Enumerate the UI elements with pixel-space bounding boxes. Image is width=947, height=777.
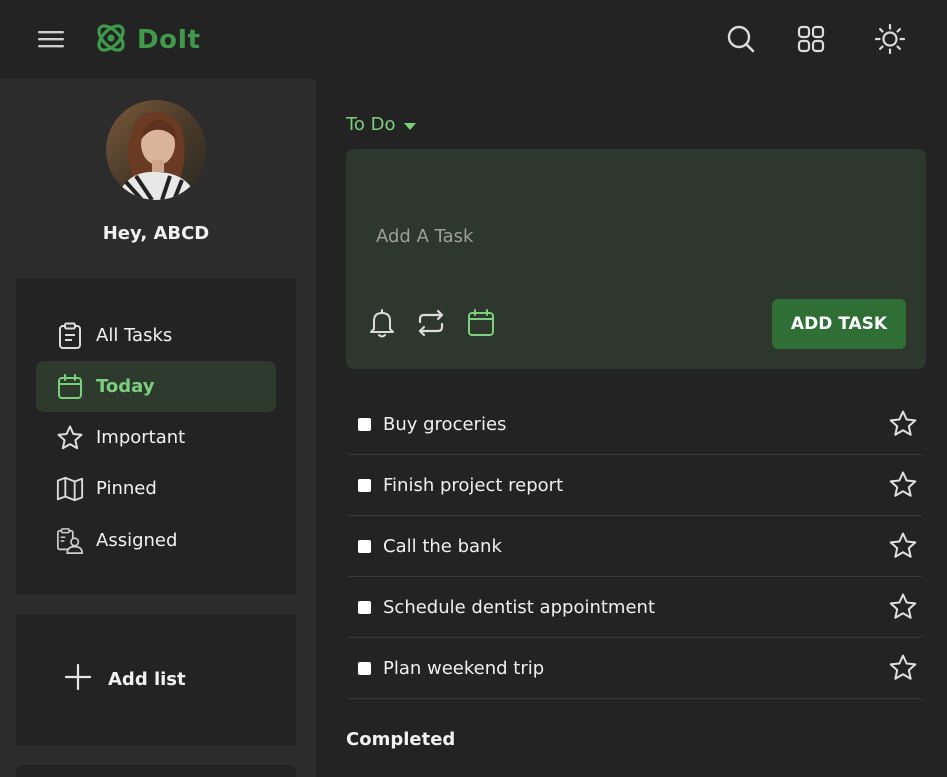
task-checkbox[interactable] bbox=[358, 600, 371, 614]
add-list-panel: Add list bbox=[16, 615, 296, 745]
grid-icon[interactable] bbox=[794, 22, 828, 56]
task-checkbox[interactable] bbox=[358, 539, 371, 553]
completed-heading: Completed bbox=[346, 729, 456, 750]
sidebar-item-label: Pinned bbox=[96, 478, 157, 499]
section-title: To Do bbox=[346, 114, 396, 135]
top-bar: DoIt bbox=[0, 0, 947, 79]
assigned-icon bbox=[56, 527, 84, 555]
sidebar-item-label: Today bbox=[96, 376, 155, 397]
bell-icon[interactable] bbox=[366, 307, 398, 339]
sidebar-item-label: Important bbox=[96, 427, 186, 448]
sidebar: Hey, ABCD All Tasks Today Important Pinn… bbox=[0, 79, 316, 777]
star-icon[interactable] bbox=[888, 531, 918, 561]
sidebar-item-important[interactable]: Important bbox=[36, 412, 276, 463]
app-logo[interactable]: DoIt bbox=[93, 20, 201, 60]
sidebar-item-today[interactable]: Today bbox=[36, 361, 276, 412]
main-content: To Do AD bbox=[316, 79, 947, 777]
task-text: Plan weekend trip bbox=[383, 657, 545, 679]
greeting: Hey, ABCD bbox=[102, 223, 210, 244]
sidebar-item-all-tasks[interactable]: All Tasks bbox=[36, 310, 276, 361]
sidebar-item-label: All Tasks bbox=[96, 325, 173, 346]
plus-icon bbox=[64, 663, 92, 695]
task-row: Plan weekend trip bbox=[348, 638, 922, 699]
repeat-icon[interactable] bbox=[414, 307, 446, 339]
sidebar-item-assigned[interactable]: Assigned bbox=[36, 515, 276, 566]
sidebar-item-pinned[interactable]: Pinned bbox=[36, 463, 276, 514]
section-dropdown[interactable]: To Do bbox=[346, 114, 416, 135]
add-task-panel: ADD TASK bbox=[346, 149, 926, 369]
app-name: DoIt bbox=[137, 25, 201, 55]
add-list-label: Add list bbox=[108, 668, 186, 690]
sidebar-bottom-panel bbox=[16, 765, 296, 777]
add-task-input[interactable] bbox=[376, 221, 896, 251]
star-icon[interactable] bbox=[888, 409, 918, 439]
sidebar-item-label: Assigned bbox=[96, 530, 178, 551]
star-icon[interactable] bbox=[888, 592, 918, 622]
task-row: Schedule dentist appointment bbox=[348, 577, 922, 638]
menu-icon[interactable] bbox=[36, 26, 66, 52]
task-text: Finish project report bbox=[383, 474, 564, 496]
add-list-button[interactable]: Add list bbox=[64, 663, 186, 695]
task-checkbox[interactable] bbox=[358, 661, 371, 675]
task-row: Buy groceries bbox=[348, 394, 922, 455]
caret-down-icon bbox=[403, 122, 416, 130]
star-icon bbox=[56, 424, 84, 452]
avatar[interactable] bbox=[106, 100, 206, 200]
add-task-button[interactable]: ADD TASK bbox=[772, 299, 906, 349]
task-text: Call the bank bbox=[383, 535, 502, 557]
sun-icon[interactable] bbox=[873, 22, 907, 56]
logo-icon bbox=[93, 20, 129, 60]
calendar-icon[interactable] bbox=[466, 307, 498, 339]
clipboard-icon bbox=[56, 322, 84, 350]
calendar-icon bbox=[56, 373, 84, 401]
star-icon[interactable] bbox=[888, 470, 918, 500]
nav-panel: All Tasks Today Important Pinned Assigne… bbox=[16, 279, 296, 594]
task-row: Call the bank bbox=[348, 516, 922, 577]
task-text: Buy groceries bbox=[383, 413, 507, 435]
task-row: Finish project report bbox=[348, 455, 922, 516]
search-icon[interactable] bbox=[724, 22, 758, 56]
task-checkbox[interactable] bbox=[358, 417, 371, 431]
task-text: Schedule dentist appointment bbox=[383, 596, 655, 618]
star-icon[interactable] bbox=[888, 653, 918, 683]
map-icon bbox=[56, 475, 84, 503]
task-checkbox[interactable] bbox=[358, 478, 371, 492]
